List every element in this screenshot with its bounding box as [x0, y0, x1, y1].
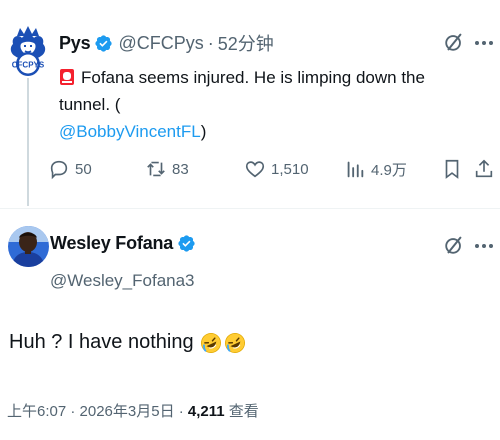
views-icon — [347, 161, 364, 178]
tweet1-header: Pys @CFCPys · 52分钟 — [59, 30, 274, 56]
repost-icon — [147, 161, 165, 177]
tweet1-text-main: Fofana seems injured. He is limping down… — [59, 68, 425, 114]
reply-count: 50 — [75, 160, 92, 178]
tweet1-text: Fofana seems injured. He is limping down… — [59, 64, 479, 145]
reply-icon — [50, 160, 68, 180]
repost-count: 83 — [172, 160, 189, 178]
view-label: 查看 — [224, 403, 259, 420]
pys-logo-text: CFCPYS — [12, 61, 45, 70]
mention-link[interactable]: @BobbyVincentFL — [59, 122, 201, 141]
share-button[interactable] — [473, 158, 500, 180]
grok-icon[interactable] — [443, 31, 465, 53]
tweet2-text-main: Huh ? I have nothing — [9, 331, 194, 353]
tweet-divider — [0, 208, 500, 209]
views-count: 4.9万 — [371, 161, 407, 179]
rofl-emoji-icon — [224, 332, 245, 353]
more-icon[interactable] — [475, 41, 493, 45]
tweet-timestamp[interactable]: 上午6:07 · 2026年3月5日 · — [7, 403, 188, 420]
header-separator: · — [207, 32, 214, 53]
tweet1-text-end: ) — [200, 122, 207, 141]
bookmark-button[interactable] — [441, 158, 468, 180]
like-button[interactable]: 1,510 — [244, 158, 309, 180]
like-icon — [245, 161, 265, 178]
author-name[interactable]: Wesley Fofana — [50, 233, 173, 254]
author-name[interactable]: Pys — [59, 33, 91, 54]
tweet1-action-bar: 50 83 1,510 4.9万 — [48, 158, 496, 186]
wesley-fofana-avatar[interactable] — [8, 226, 49, 267]
reply-button[interactable]: 50 — [48, 158, 92, 180]
pys-avatar[interactable]: CFCPYS — [5, 24, 51, 78]
verified-icon — [95, 34, 113, 52]
share-icon — [475, 159, 493, 178]
tweet-time[interactable]: 52分钟 — [218, 30, 274, 56]
rofl-emoji-icon — [200, 332, 221, 353]
quoted-tweet-pys[interactable]: CFCPYS Pys @CFCPys · 52分钟 Fofana seems i… — [0, 0, 500, 208]
more-icon[interactable] — [475, 244, 493, 248]
author-handle[interactable]: @CFCPys — [118, 33, 203, 54]
views-button[interactable]: 4.9万 — [344, 158, 407, 180]
like-count: 1,510 — [271, 160, 309, 178]
verified-icon — [178, 235, 195, 252]
tweet2-meta: 上午6:07 · 2026年3月5日 · 4,211 查看 — [7, 400, 259, 421]
thread-connector-line — [27, 78, 29, 206]
repost-button[interactable]: 83 — [145, 158, 189, 180]
view-count: 4,211 — [187, 403, 225, 420]
author-handle[interactable]: @Wesley_Fofana3 — [50, 271, 195, 291]
bookmark-icon — [445, 159, 459, 179]
siren-icon — [60, 69, 74, 85]
tweet2-header: Wesley Fofana — [50, 233, 201, 254]
grok-icon[interactable] — [443, 234, 465, 256]
tweet2-text: Huh ? I have nothing — [9, 331, 246, 354]
